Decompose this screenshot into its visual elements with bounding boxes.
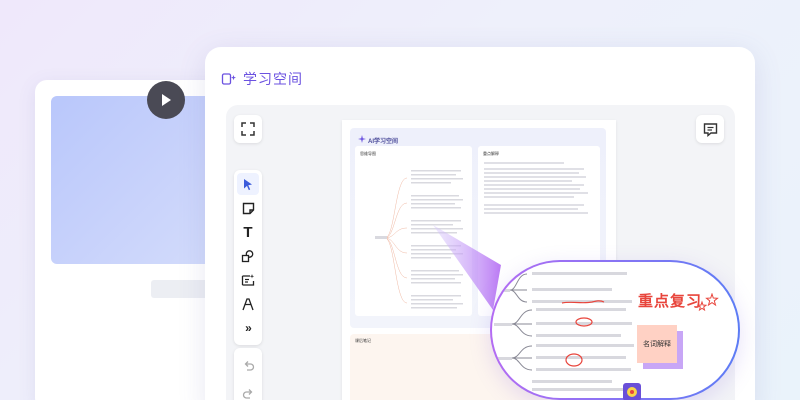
- whiteboard-canvas[interactable]: T » AI学习空间 思维导图 重点解释 课后笔记 重点复习 名词解释: [226, 105, 738, 400]
- tool-shapes[interactable]: [237, 245, 259, 267]
- history-toolbar: [234, 348, 262, 400]
- explanation-label: 重点解释: [483, 151, 499, 156]
- play-button[interactable]: [147, 81, 185, 119]
- tool-text[interactable]: T: [237, 221, 259, 243]
- learning-space-window: 学习空间 T » AI学习空间 思维导图 重点解释 课后笔记 重点复习 名词解释: [205, 47, 755, 400]
- ai-spark-icon: [221, 73, 236, 85]
- ai-note-icon: [241, 274, 255, 286]
- flower-sticker-icon: [623, 383, 641, 400]
- term-explanation-sticky-note[interactable]: 名词解释: [637, 325, 677, 363]
- tool-ai-note[interactable]: [237, 269, 259, 291]
- fullscreen-icon: [241, 122, 255, 136]
- zoomed-mindmap: [494, 272, 634, 391]
- document-title: AI学习空间: [368, 139, 399, 145]
- app-title: 学习空间: [243, 71, 303, 87]
- text-icon: T: [243, 223, 253, 241]
- redo-button[interactable]: [237, 383, 259, 400]
- tool-select[interactable]: [237, 173, 259, 195]
- redo-icon: [242, 388, 252, 399]
- pen-icon: [242, 298, 254, 311]
- fullscreen-button[interactable]: [234, 115, 262, 143]
- undo-icon: [244, 360, 254, 371]
- chevrons-right-icon: »: [245, 321, 252, 335]
- term-note-label: 名词解释: [643, 341, 671, 348]
- sticky-note-icon: [242, 202, 254, 214]
- tool-more[interactable]: »: [237, 317, 259, 339]
- cursor-icon: [244, 178, 252, 190]
- app-header: 学习空间: [221, 69, 303, 89]
- shapes-icon: [241, 250, 254, 263]
- comment-icon: [703, 122, 717, 137]
- tool-pen[interactable]: [237, 293, 259, 315]
- comment-button[interactable]: [696, 115, 724, 143]
- tool-sticky-note[interactable]: [237, 197, 259, 219]
- undo-button[interactable]: [237, 355, 259, 377]
- highlight-review-label: 重点复习: [638, 293, 703, 310]
- mindmap-label: 思维导图: [360, 151, 376, 156]
- play-icon: [162, 94, 171, 106]
- sparkle-doodle-icon: [696, 293, 719, 312]
- video-thumbnail[interactable]: [51, 96, 219, 264]
- ai-spark-small-icon: [358, 135, 366, 143]
- zoom-bubble: [490, 260, 740, 400]
- notes-label: 课后笔记: [355, 338, 371, 343]
- drawing-toolbar: T »: [234, 170, 262, 345]
